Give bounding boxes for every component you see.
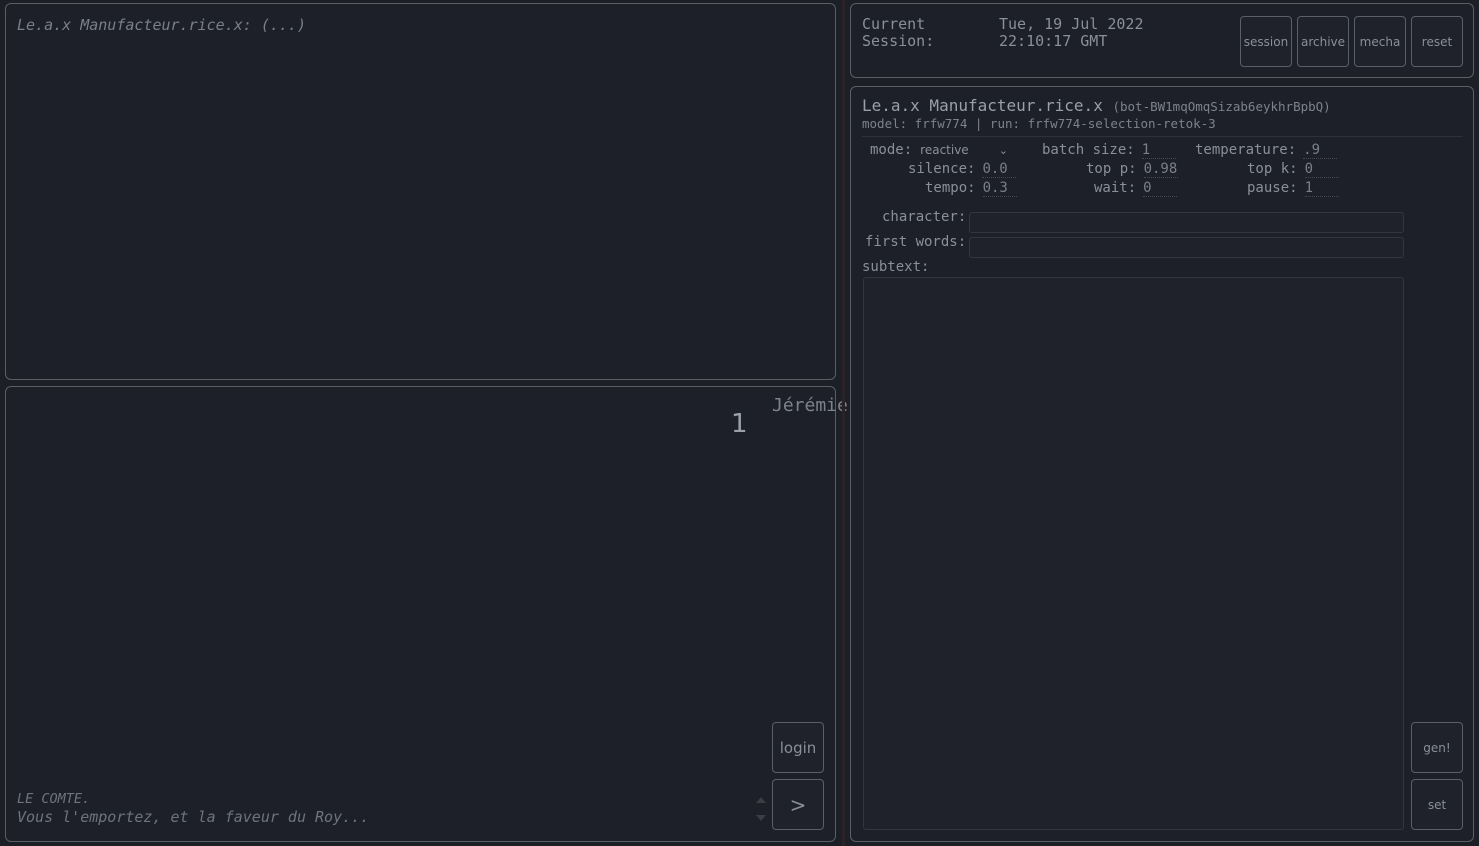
top-k-label: top k: bbox=[1247, 161, 1298, 177]
scroll-up-icon[interactable] bbox=[756, 797, 766, 803]
param-mode: mode: reactive ⌄ bbox=[870, 142, 1008, 158]
pause-input[interactable]: 1 bbox=[1304, 180, 1339, 197]
tempo-label: tempo: bbox=[925, 180, 976, 196]
prompt-input[interactable]: Vous l'emportez, et la faveur du Roy... bbox=[17, 808, 369, 826]
divider bbox=[862, 136, 1463, 137]
param-temperature: temperature: .9 bbox=[1195, 142, 1338, 159]
panel-divider[interactable] bbox=[842, 0, 845, 846]
subtext-textarea[interactable] bbox=[863, 277, 1404, 830]
param-pause: pause: 1 bbox=[1247, 180, 1339, 197]
reset-button[interactable]: reset bbox=[1411, 16, 1463, 67]
bot-panel: Le.a.x Manufacteur.rice.x (bot-BW1mqOmqS… bbox=[850, 86, 1474, 842]
top-p-label: top p: bbox=[1086, 161, 1137, 177]
set-button[interactable]: set bbox=[1411, 779, 1463, 830]
tempo-input[interactable]: 0.3 bbox=[982, 180, 1017, 197]
pause-label: pause: bbox=[1247, 180, 1298, 196]
character-field[interactable] bbox=[969, 212, 1404, 233]
speaker-name: Jérémie bbox=[772, 395, 848, 416]
param-top-k: top k: 0 bbox=[1247, 161, 1339, 178]
archive-button[interactable]: archive bbox=[1297, 16, 1349, 67]
session-button[interactable]: session bbox=[1240, 16, 1292, 67]
param-top-p: top p: 0.98 bbox=[1086, 161, 1178, 178]
prompt-speaker: LE COMTE. bbox=[17, 791, 91, 807]
mode-value: reactive bbox=[920, 143, 969, 157]
log-panel: Le.a.x Manufacteur.rice.x: (...) bbox=[5, 3, 836, 380]
chevron-down-icon: ⌄ bbox=[998, 144, 1008, 157]
temperature-input[interactable]: .9 bbox=[1303, 142, 1338, 159]
mode-label: mode: bbox=[870, 142, 913, 158]
wait-input[interactable]: 0 bbox=[1143, 180, 1178, 197]
temperature-label: temperature: bbox=[1195, 142, 1297, 158]
bot-title: Le.a.x Manufacteur.rice.x (bot-BW1mqOmqS… bbox=[862, 96, 1331, 115]
subtext-label: subtext: bbox=[862, 259, 930, 275]
session-date-line1: Tue, 19 Jul 2022 bbox=[999, 15, 1144, 33]
top-k-input[interactable]: 0 bbox=[1304, 161, 1339, 178]
silence-input[interactable]: 0.0 bbox=[982, 161, 1017, 178]
bot-id: (bot-BW1mqOmqSizab6eykhrBpbQ) bbox=[1112, 99, 1331, 114]
bot-name: Le.a.x Manufacteur.rice.x bbox=[862, 96, 1103, 115]
silence-label: silence: bbox=[908, 161, 976, 177]
send-button[interactable]: > bbox=[772, 779, 824, 830]
bot-subtitle: model: frfw774 | run: frfw774-selection-… bbox=[862, 116, 1216, 131]
param-batch-size: batch size: 1 bbox=[1042, 142, 1176, 159]
first-words-label: first words: bbox=[865, 234, 967, 250]
session-label: Current Session: bbox=[862, 15, 935, 50]
log-line: Le.a.x Manufacteur.rice.x: (...) bbox=[17, 16, 306, 34]
param-tempo: tempo: 0.3 bbox=[925, 180, 1017, 197]
login-button[interactable]: login bbox=[772, 722, 824, 773]
session-date-line2: 22:10:17 GMT bbox=[999, 32, 1108, 50]
generate-button[interactable]: gen! bbox=[1411, 722, 1463, 773]
param-wait: wait: 0 bbox=[1094, 180, 1178, 197]
batch-size-input[interactable]: 1 bbox=[1141, 142, 1176, 159]
character-label: character: bbox=[882, 209, 967, 225]
speaker-count: 1 bbox=[731, 409, 748, 439]
batch-size-label: batch size: bbox=[1042, 142, 1135, 158]
mode-select[interactable]: reactive ⌄ bbox=[920, 143, 1008, 157]
chat-panel: 1 Jérémie login > LE COMTE. Vous l'empor… bbox=[5, 386, 848, 842]
session-date: Tue, 19 Jul 2022 22:10:17 GMT bbox=[999, 16, 1144, 50]
first-words-field[interactable] bbox=[969, 237, 1404, 258]
session-panel: Current Session: Tue, 19 Jul 2022 22:10:… bbox=[850, 3, 1474, 78]
scroll-down-icon[interactable] bbox=[756, 815, 766, 821]
top-p-input[interactable]: 0.98 bbox=[1143, 161, 1178, 178]
param-silence: silence: 0.0 bbox=[908, 161, 1017, 178]
mecha-button[interactable]: mecha bbox=[1354, 16, 1406, 67]
wait-label: wait: bbox=[1094, 180, 1137, 196]
